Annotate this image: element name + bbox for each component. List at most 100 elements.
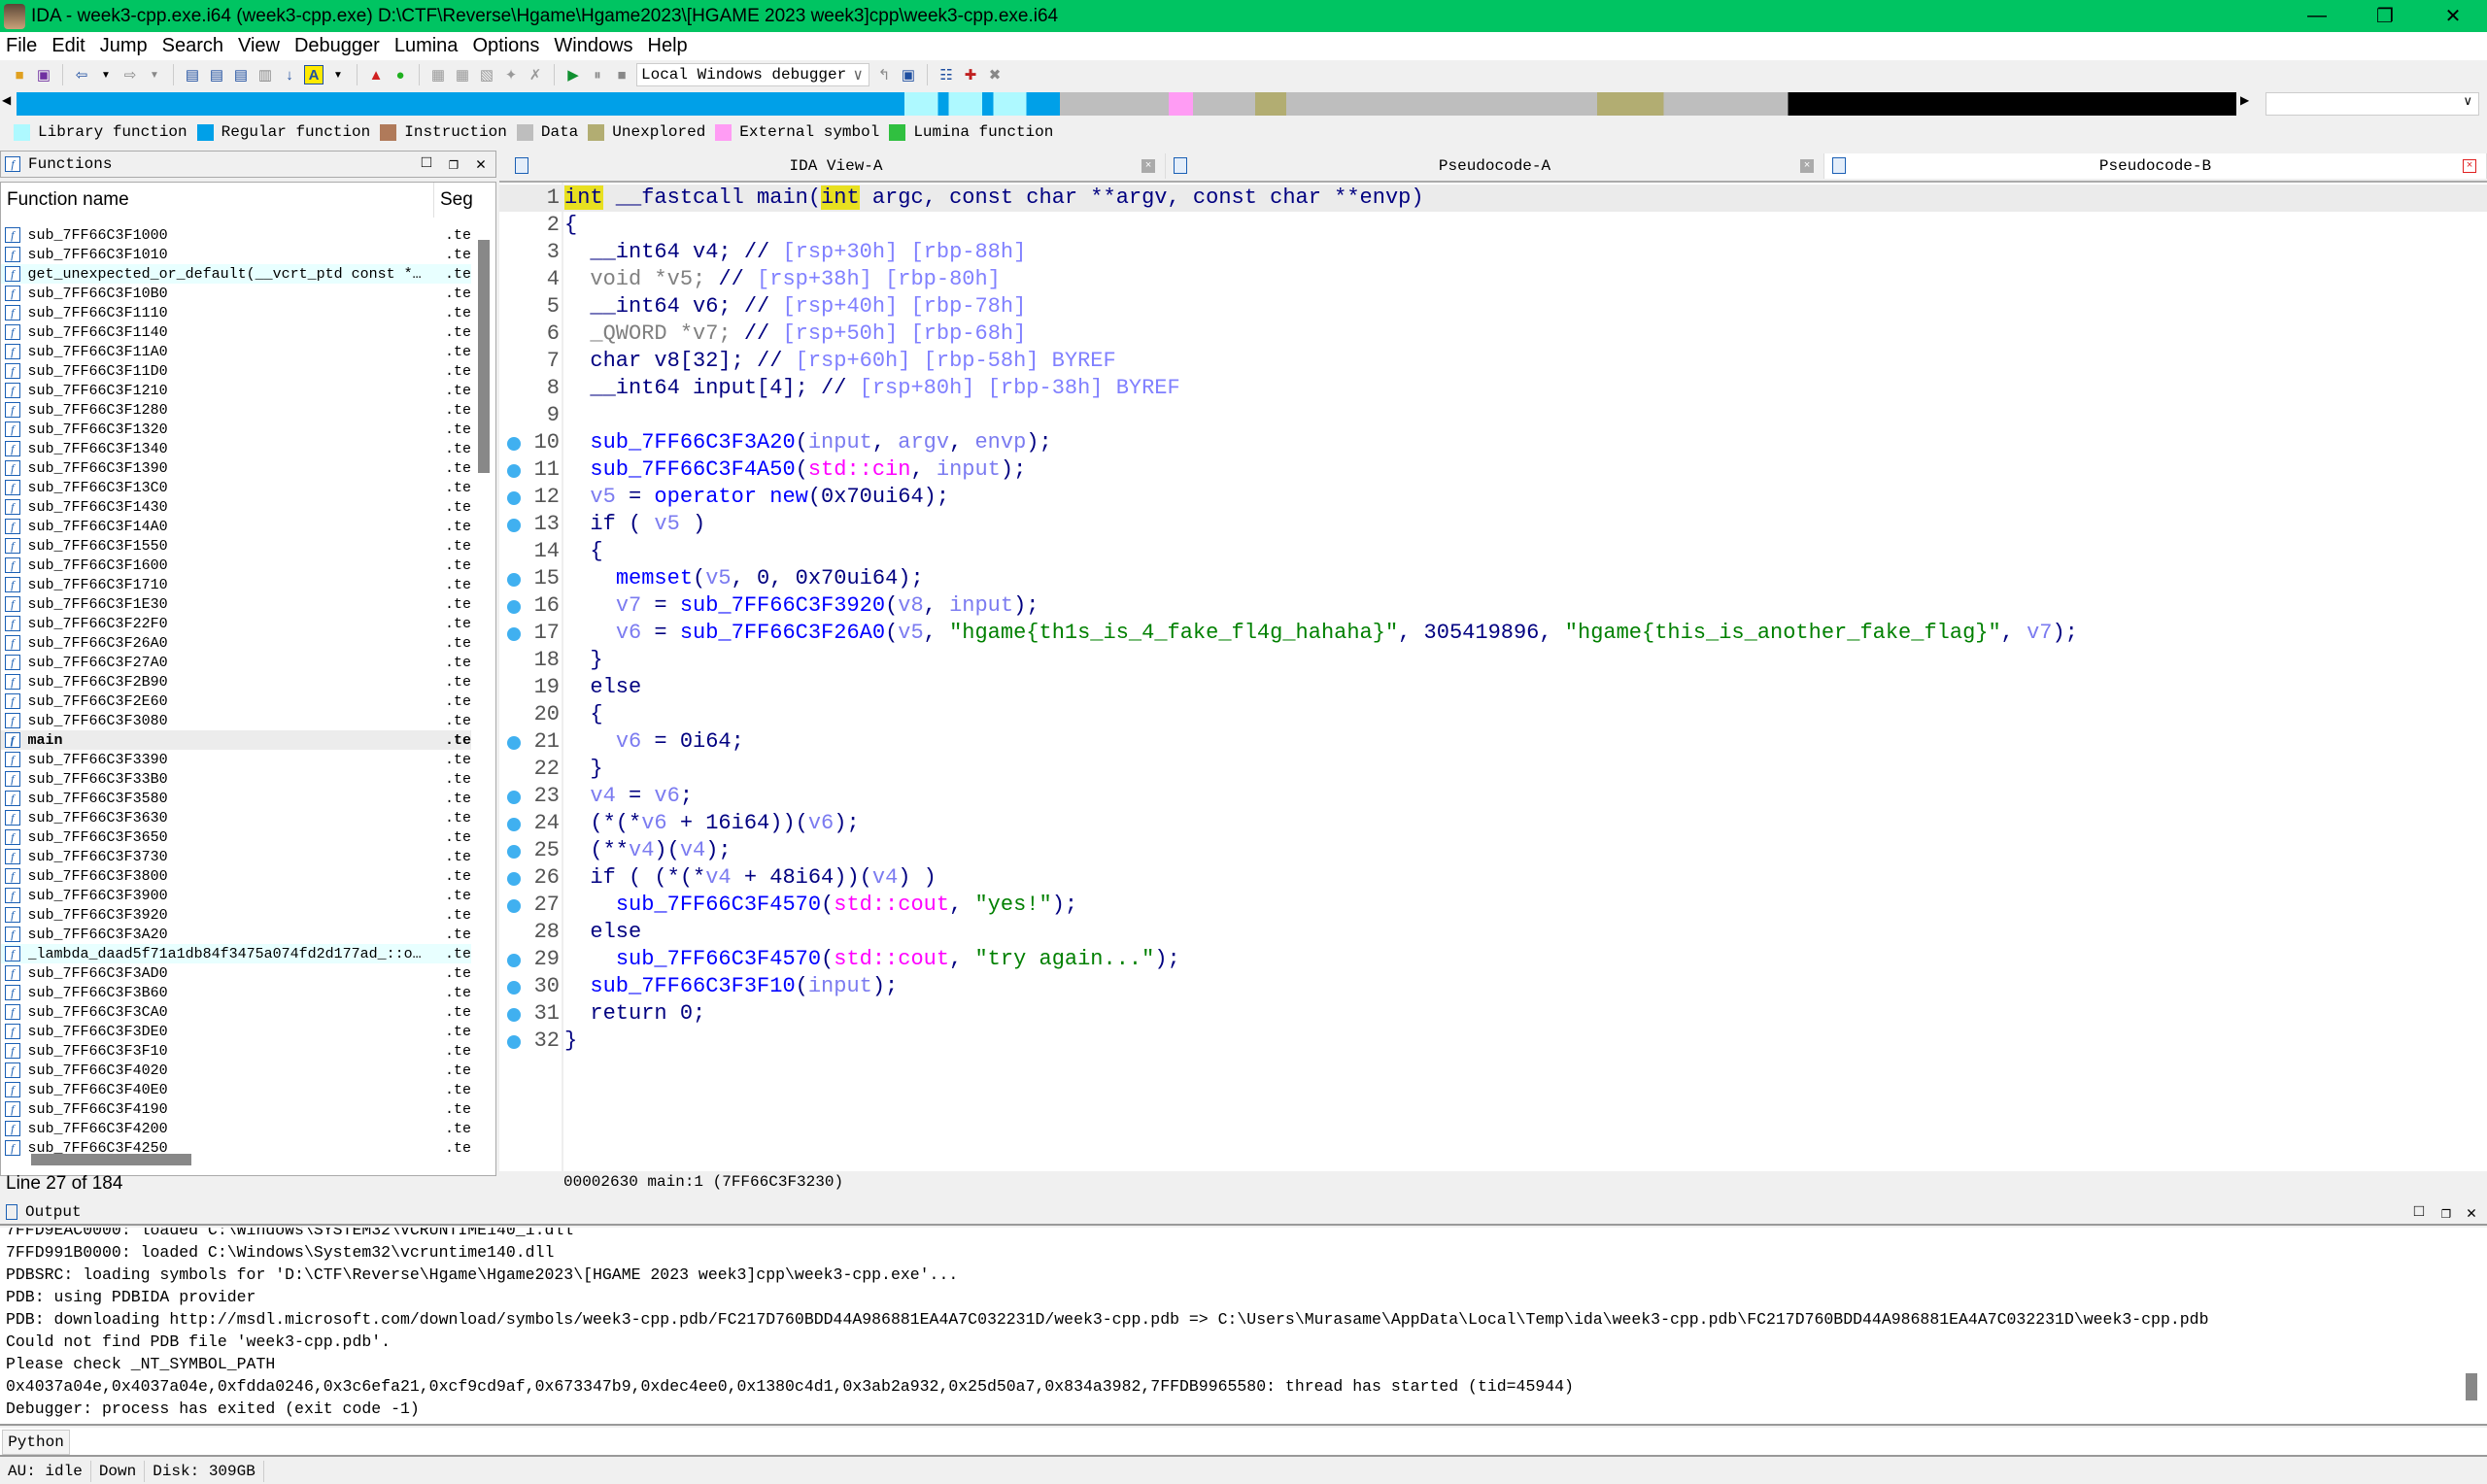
function-row[interactable]: f _lambda_daad5f71a1db84f3475a074fd2d177a… xyxy=(1,944,471,963)
code-line[interactable]: 6 _QWORD *v7; // [rsp+50h] [rbp-68h] xyxy=(499,320,2487,348)
function-row[interactable]: f sub_7FF66C3F3920 .te xyxy=(1,905,471,925)
function-row[interactable]: f sub_7FF66C3F1E30 .te xyxy=(1,594,471,614)
add-breakpoint-icon[interactable]: ✚ xyxy=(961,65,980,84)
menu-jump[interactable]: Jump xyxy=(100,35,148,57)
menu-windows[interactable]: Windows xyxy=(554,35,632,57)
function-row[interactable]: f sub_7FF66C3F11D0 .te xyxy=(1,361,471,381)
code-line[interactable]: 17 v6 = sub_7FF66C3F26A0(v5, "hgame{th1s… xyxy=(499,620,2487,647)
code-line[interactable]: 12 v5 = operator new(0x70ui64); xyxy=(499,484,2487,511)
menu-edit[interactable]: Edit xyxy=(51,35,85,57)
stop-sign-icon[interactable]: ▲ xyxy=(366,65,386,84)
function-row[interactable]: f sub_7FF66C3F1320 .te xyxy=(1,420,471,439)
run-green-icon[interactable]: ● xyxy=(391,65,410,84)
function-row[interactable]: f sub_7FF66C3F4190 .te xyxy=(1,1099,471,1119)
code-line[interactable]: 20 { xyxy=(499,701,2487,728)
code-line[interactable]: 14 { xyxy=(499,538,2487,565)
save-icon[interactable]: ▣ xyxy=(34,65,53,84)
nav-dropdown[interactable]: ∨ xyxy=(2266,92,2479,116)
code-line[interactable]: 27 sub_7FF66C3F4570(std::cout, "yes!"); xyxy=(499,892,2487,919)
tab-close-icon[interactable]: × xyxy=(1800,159,1814,173)
function-row[interactable]: f sub_7FF66C3F13C0 .te xyxy=(1,478,471,497)
function-row[interactable]: f sub_7FF66C3F3800 .te xyxy=(1,866,471,886)
function-row[interactable]: f sub_7FF66C3F1710 .te xyxy=(1,575,471,594)
navigation-bar[interactable] xyxy=(17,92,2236,116)
command-input[interactable] xyxy=(74,1430,2483,1455)
function-row[interactable]: f sub_7FF66C3F4200 .te xyxy=(1,1119,471,1138)
function-row[interactable]: f main .te xyxy=(1,730,471,750)
function-row[interactable]: f sub_7FF66C3F10B0 .te xyxy=(1,284,471,303)
immediate-search-icon[interactable]: ▤ xyxy=(231,65,251,84)
function-row[interactable]: f sub_7FF66C3F3AD0 .te xyxy=(1,963,471,983)
code-line[interactable]: 32} xyxy=(499,1028,2487,1055)
function-row[interactable]: f sub_7FF66C3F1280 .te xyxy=(1,400,471,420)
vertical-scrollbar[interactable] xyxy=(478,240,490,473)
menu-lumina[interactable]: Lumina xyxy=(394,35,459,57)
function-row[interactable]: f sub_7FF66C3F1390 .te xyxy=(1,458,471,478)
function-row[interactable]: f sub_7FF66C3F33B0 .te xyxy=(1,769,471,789)
function-row[interactable]: f sub_7FF66C3F1110 .te xyxy=(1,303,471,322)
menu-debugger[interactable]: Debugger xyxy=(294,35,380,57)
function-row[interactable]: f sub_7FF66C3F3580 .te xyxy=(1,789,471,808)
code-line[interactable]: 15 memset(v5, 0, 0x70ui64); xyxy=(499,565,2487,592)
code-line[interactable]: 30 sub_7FF66C3F3F10(input); xyxy=(499,973,2487,1000)
code-line[interactable]: 4 void *v5; // [rsp+38h] [rbp-80h] xyxy=(499,266,2487,293)
string-icon[interactable]: ▧ xyxy=(477,65,496,84)
code-line[interactable]: 5 __int64 v6; // [rsp+40h] [rbp-78h] xyxy=(499,293,2487,320)
tab-pseudocode-a[interactable]: Pseudocode-A × xyxy=(1166,153,1824,179)
menu-help[interactable]: Help xyxy=(648,35,688,57)
function-row[interactable]: f sub_7FF66C3F3DE0 .te xyxy=(1,1022,471,1041)
function-row[interactable]: f sub_7FF66C3F1000 .te xyxy=(1,225,471,245)
code-line[interactable]: 18 } xyxy=(499,647,2487,674)
function-row[interactable]: f sub_7FF66C3F40E0 .te xyxy=(1,1080,471,1099)
menu-options[interactable]: Options xyxy=(472,35,539,57)
nav-right-arrow-icon[interactable]: ▶ xyxy=(2240,93,2249,107)
struct-icon[interactable]: ✦ xyxy=(501,65,521,84)
function-row[interactable]: f sub_7FF66C3F14A0 .te xyxy=(1,517,471,536)
close-button[interactable]: ✕ xyxy=(2419,0,2487,32)
chevron-down-icon[interactable]: ▼ xyxy=(96,65,116,84)
code-line[interactable]: 1 int __fastcall main(int argc, const cha… xyxy=(499,185,2487,212)
code-line[interactable]: 28 else xyxy=(499,919,2487,946)
code-line[interactable]: 24 (*(*v6 + 16i64))(v6); xyxy=(499,810,2487,837)
function-row[interactable]: f sub_7FF66C3F1550 .te xyxy=(1,536,471,556)
maximize-icon[interactable]: □ xyxy=(2409,1203,2429,1223)
function-row[interactable]: f sub_7FF66C3F3650 .te xyxy=(1,827,471,847)
forward-icon[interactable]: ⇨ xyxy=(120,65,140,84)
function-row[interactable]: f sub_7FF66C3F22F0 .te xyxy=(1,614,471,633)
column-segment[interactable]: Seg xyxy=(434,189,473,211)
code-line[interactable]: 25 (**v4)(v4); xyxy=(499,837,2487,864)
close-icon[interactable]: ✕ xyxy=(471,154,491,175)
code-line[interactable]: 9 xyxy=(499,402,2487,429)
chevron-down-icon[interactable]: ▼ xyxy=(145,65,164,84)
function-row[interactable]: f sub_7FF66C3F1430 .te xyxy=(1,497,471,517)
debugger-select[interactable]: Local Windows debugger ∨ xyxy=(636,63,869,86)
column-function-name[interactable]: Function name xyxy=(1,183,434,218)
function-row[interactable]: f sub_7FF66C3F3B60 .te xyxy=(1,983,471,1002)
code-line[interactable]: 23 v4 = v6; xyxy=(499,783,2487,810)
start-debugger-icon[interactable]: ▶ xyxy=(563,65,583,84)
python-button[interactable]: Python xyxy=(2,1430,70,1455)
pseudocode-icon[interactable]: ▣ xyxy=(899,65,918,84)
code-line[interactable]: 13 if ( v5 ) xyxy=(499,511,2487,538)
function-row[interactable]: f get_unexpected_or_default(__vcrt_ptd co… xyxy=(1,264,471,284)
tab-ida-view-a[interactable]: IDA View-A × xyxy=(507,153,1166,179)
function-row[interactable]: f sub_7FF66C3F26A0 .te xyxy=(1,633,471,653)
menu-file[interactable]: File xyxy=(6,35,37,57)
pause-icon[interactable]: ⏸ xyxy=(588,65,607,84)
data-icon[interactable]: ▦ xyxy=(453,65,472,84)
function-row[interactable]: f sub_7FF66C3F4020 .te xyxy=(1,1061,471,1080)
function-row[interactable]: f sub_7FF66C3F3730 .te xyxy=(1,847,471,866)
remove-breakpoint-icon[interactable]: ✖ xyxy=(985,65,1005,84)
code-line[interactable]: 3 __int64 v4; // [rsp+30h] [rbp-88h] xyxy=(499,239,2487,266)
code-line[interactable]: 29 sub_7FF66C3F4570(std::cout, "try agai… xyxy=(499,946,2487,973)
code-line[interactable]: 16 v7 = sub_7FF66C3F3920(v8, input); xyxy=(499,592,2487,620)
graph-icon[interactable]: ▥ xyxy=(256,65,275,84)
function-row[interactable]: f sub_7FF66C3F3CA0 .te xyxy=(1,1002,471,1022)
code-line[interactable]: 2{ xyxy=(499,212,2487,239)
attach-icon[interactable]: ↰ xyxy=(874,65,894,84)
tab-close-icon[interactable]: × xyxy=(1141,159,1155,173)
code-line[interactable]: 21 v6 = 0i64; xyxy=(499,728,2487,756)
binary-search-icon[interactable]: ▤ xyxy=(183,65,202,84)
maximize-icon[interactable]: □ xyxy=(417,154,436,174)
code-line[interactable]: 7 char v8[32]; // [rsp+60h] [rbp-58h] BY… xyxy=(499,348,2487,375)
